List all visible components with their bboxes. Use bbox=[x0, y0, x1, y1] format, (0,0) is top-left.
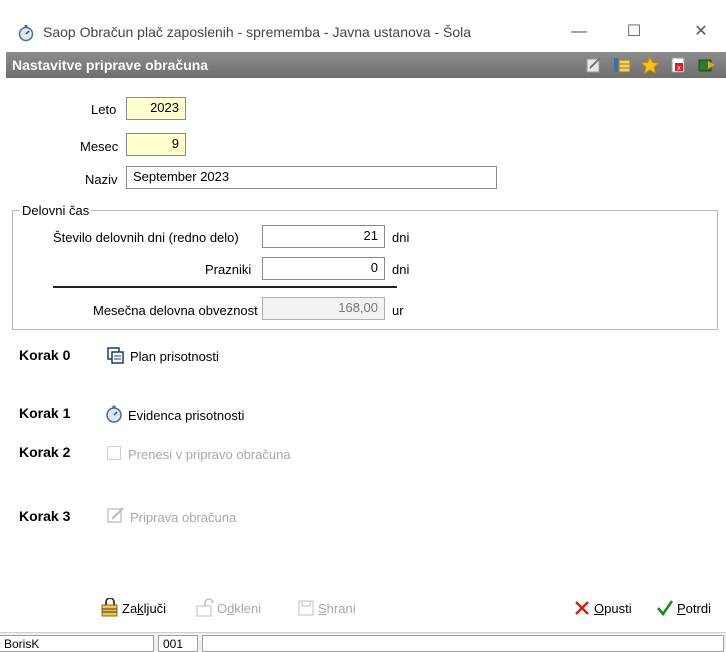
plan-prisotnosti-link[interactable]: Plan prisotnosti bbox=[130, 349, 219, 364]
prazniki-unit: dni bbox=[392, 262, 410, 277]
korak-3-label: Korak 3 bbox=[19, 508, 71, 524]
odkleni-text-a: O bbox=[217, 600, 228, 616]
sum-separator bbox=[53, 286, 397, 288]
delovni-dni-label: Število delovnih dni (redno delo) bbox=[53, 230, 239, 245]
prenesi-label: Prenesi v pripravo obračuna bbox=[128, 447, 291, 462]
zakljuci-text-a: Za bbox=[122, 600, 138, 616]
naziv-label: Naziv bbox=[85, 172, 118, 187]
obveznost-label: Mesečna delovna obveznost bbox=[93, 303, 258, 318]
priprava-obracuna-link[interactable]: Priprava obračuna bbox=[130, 510, 236, 525]
prazniki-input[interactable]: 0 bbox=[262, 257, 385, 280]
form-title: Nastavitve priprave obračuna bbox=[12, 57, 209, 73]
status-message bbox=[202, 635, 724, 652]
potrdi-text-b: otrdi bbox=[685, 600, 711, 616]
cancel-x-icon bbox=[575, 601, 589, 615]
mesec-input[interactable]: 9 bbox=[126, 133, 186, 156]
zakljuci-button[interactable]: Zaključi bbox=[100, 598, 166, 622]
prazniki-label: Prazniki bbox=[205, 262, 252, 277]
korak-2-label: Korak 2 bbox=[19, 444, 71, 460]
delovni-dni-unit: dni bbox=[392, 230, 410, 245]
evidenca-prisotnosti-link[interactable]: Evidenca prisotnosti bbox=[128, 408, 244, 423]
status-bar: BorisK 001 bbox=[0, 632, 726, 652]
opusti-text-b: pusti bbox=[604, 600, 632, 616]
pdf-close-icon[interactable]: x bbox=[668, 56, 688, 74]
form-header: Nastavitve priprave obračuna x bbox=[6, 52, 726, 78]
stopwatch-icon[interactable] bbox=[104, 404, 124, 424]
shrani-button[interactable]: Shrani bbox=[296, 598, 356, 622]
stopwatch-app-icon bbox=[18, 25, 34, 42]
svg-text:x: x bbox=[677, 64, 681, 72]
shrani-text-a: S bbox=[318, 600, 327, 616]
star-icon[interactable] bbox=[640, 56, 660, 74]
checkmark-icon bbox=[657, 600, 674, 617]
potrdi-button[interactable]: Potrdi bbox=[655, 598, 711, 622]
potrdi-text-a: P bbox=[677, 600, 686, 616]
plan-icon[interactable] bbox=[106, 345, 126, 365]
opusti-text-a: O bbox=[594, 600, 605, 616]
status-user: BorisK bbox=[0, 635, 154, 652]
zakljuci-text-c: ljuči bbox=[143, 600, 167, 616]
odkleni-button[interactable]: Odkleni bbox=[195, 598, 261, 622]
prenesi-checkbox[interactable] bbox=[107, 446, 121, 460]
lock-folder-icon bbox=[101, 598, 118, 617]
minimize-button[interactable]: — bbox=[564, 20, 594, 44]
odkleni-text-c: kleni bbox=[234, 600, 262, 616]
unlock-icon bbox=[196, 598, 214, 617]
shrani-text-b: hrani bbox=[326, 600, 356, 616]
status-code: 001 bbox=[158, 635, 198, 652]
edit-icon[interactable] bbox=[106, 505, 126, 525]
naziv-input[interactable]: September 2023 bbox=[126, 166, 497, 189]
delovni-cas-title: Delovni čas bbox=[20, 203, 92, 218]
obveznost-field: 168,00 bbox=[262, 297, 385, 320]
edit-note-icon[interactable] bbox=[584, 56, 604, 74]
maximize-button[interactable]: ☐ bbox=[619, 20, 649, 44]
table-icon[interactable] bbox=[612, 56, 632, 74]
window-title: Saop Obračun plač zaposlenih - sprememba… bbox=[43, 24, 472, 40]
leto-label: Leto bbox=[91, 102, 117, 117]
opusti-button[interactable]: Opusti bbox=[572, 598, 632, 622]
priprava-text: Priprava obračuna bbox=[130, 510, 237, 525]
delovni-dni-input[interactable]: 21 bbox=[262, 225, 385, 248]
obveznost-unit: ur bbox=[392, 303, 404, 318]
korak-0-label: Korak 0 bbox=[19, 347, 71, 363]
book-exit-icon[interactable] bbox=[696, 56, 716, 74]
close-window-button[interactable]: ✕ bbox=[686, 20, 716, 44]
mesec-label: Mesec bbox=[80, 139, 119, 154]
leto-input[interactable]: 2023 bbox=[126, 97, 186, 120]
korak-1-label: Korak 1 bbox=[19, 405, 71, 421]
save-icon bbox=[298, 600, 314, 616]
window-titlebar[interactable]: Saop Obračun plač zaposlenih - sprememba… bbox=[0, 0, 726, 50]
